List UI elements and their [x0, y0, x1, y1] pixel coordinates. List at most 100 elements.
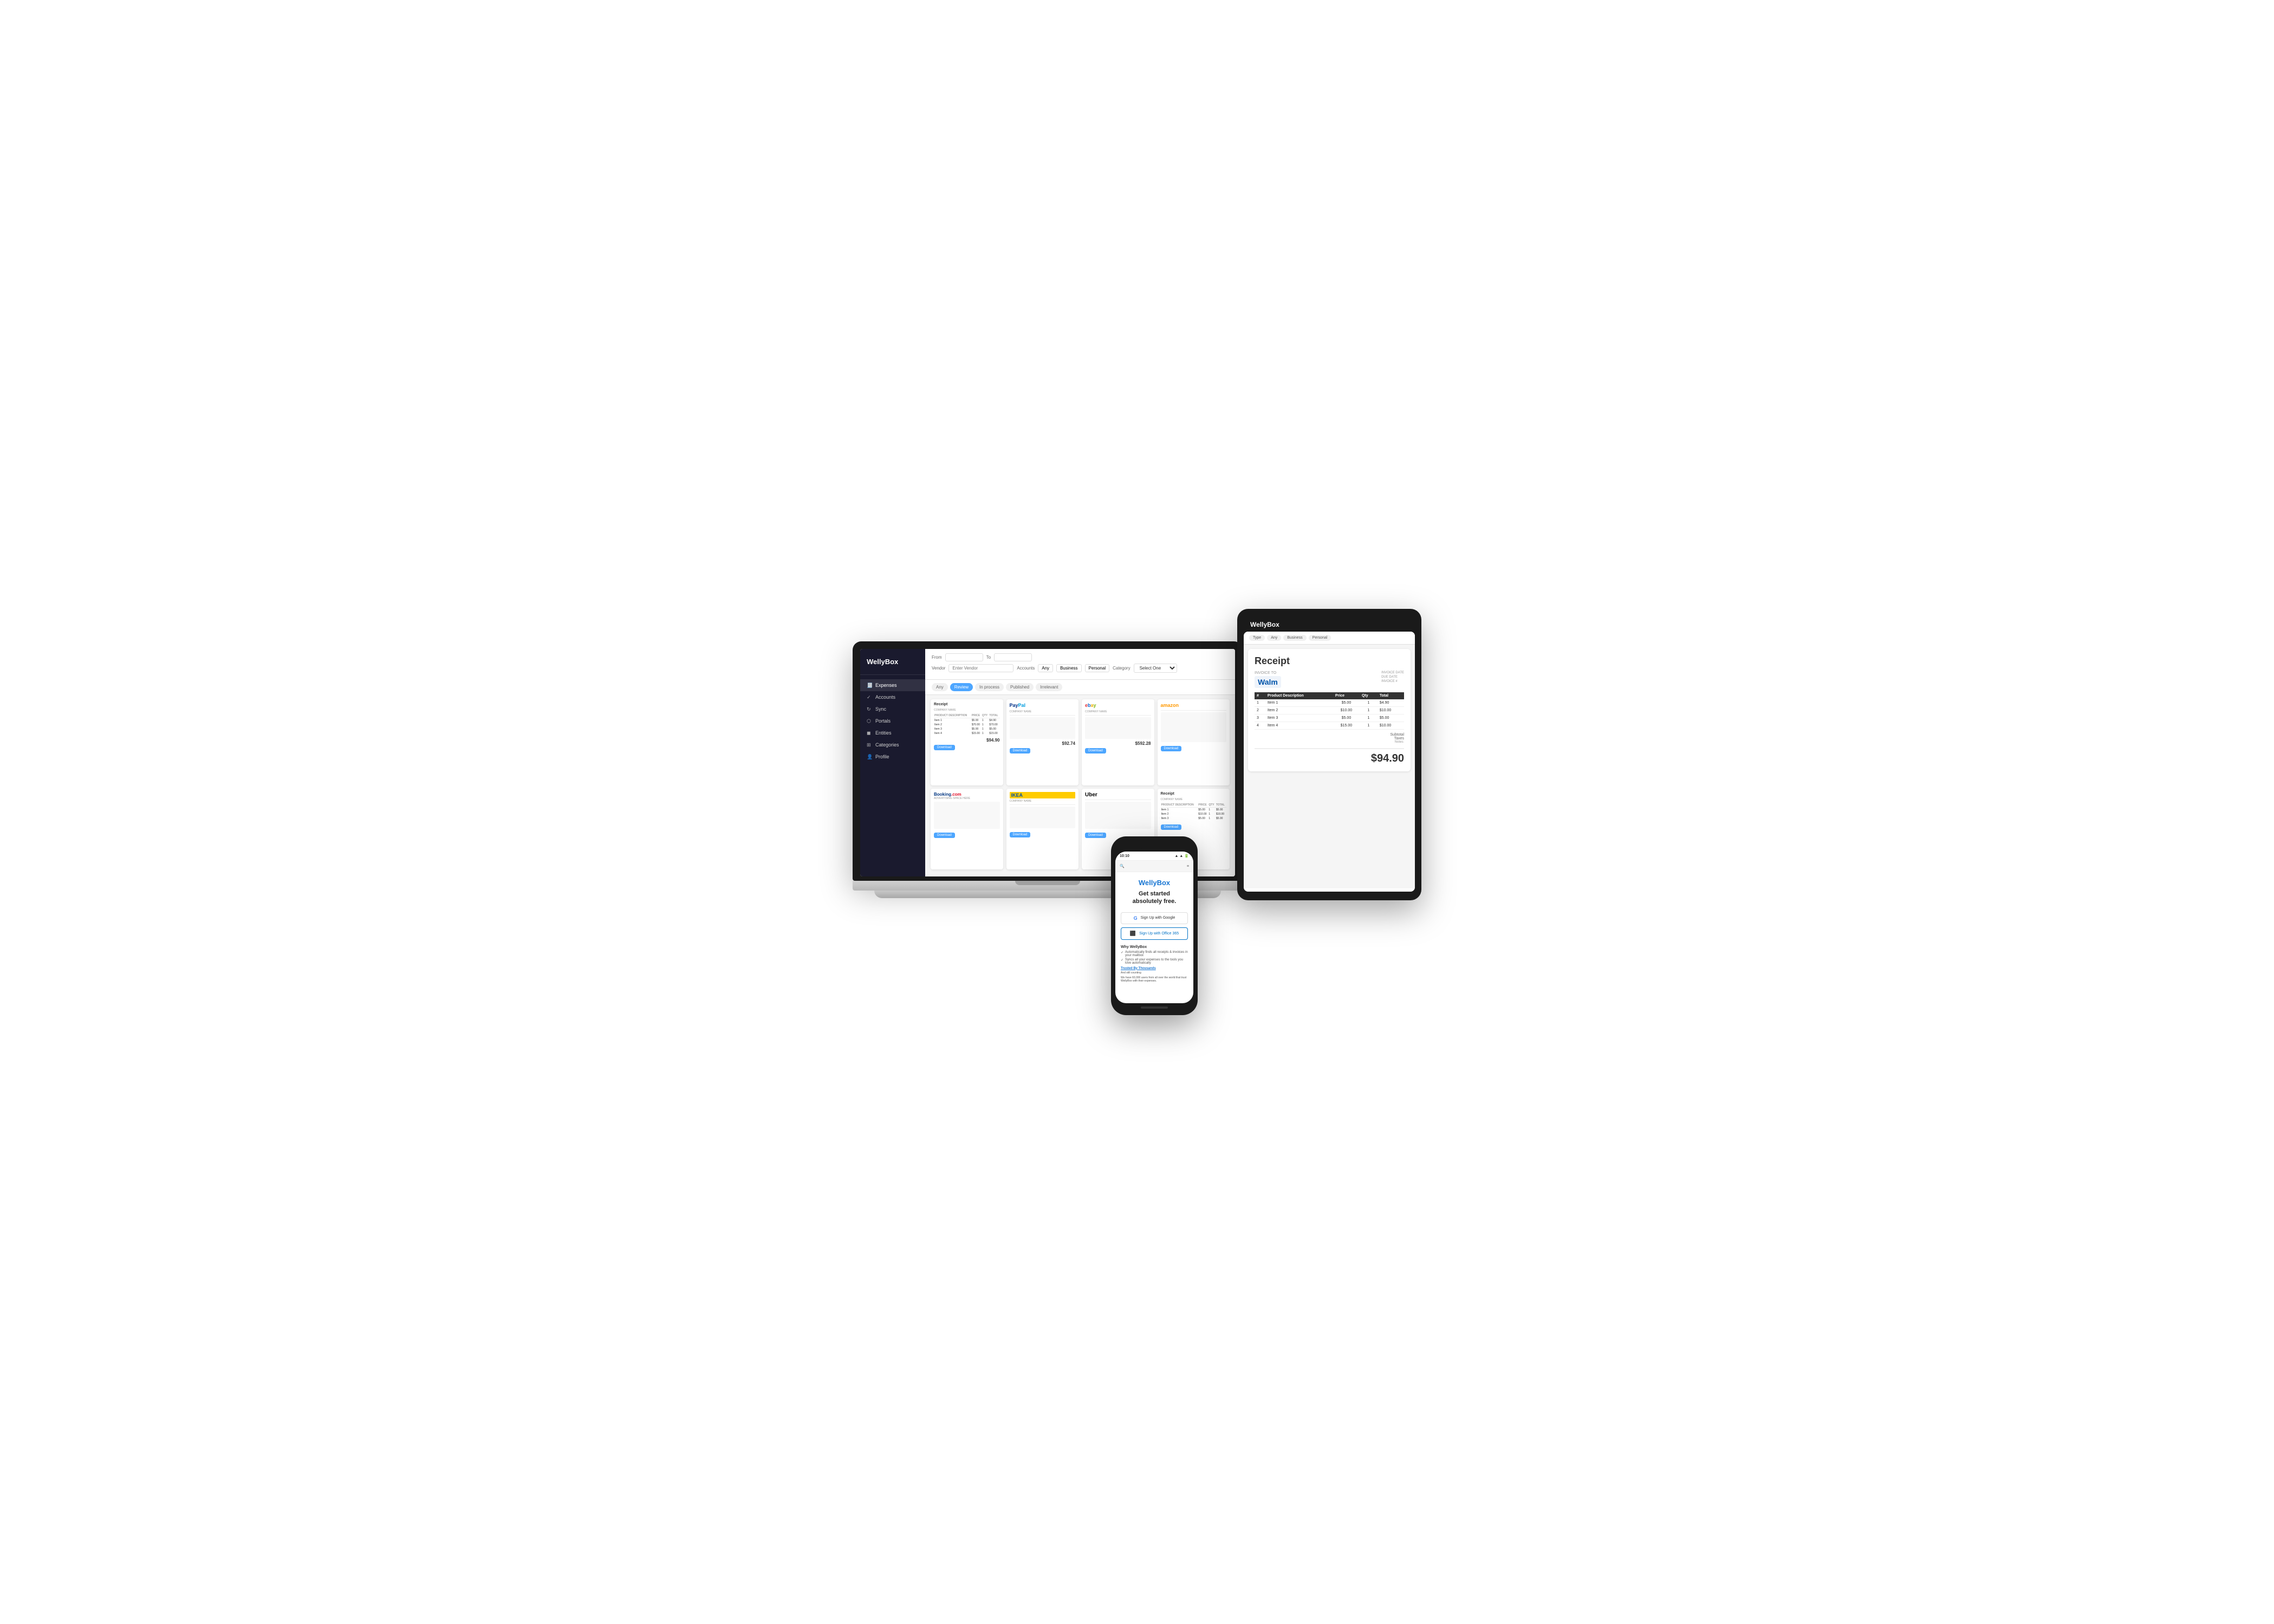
item-name: Item 2 — [1161, 812, 1198, 816]
phone-screen: 10:10 ▲ ▲ 🔋 🔍 ≡ WellyBox Get startedabso… — [1115, 852, 1193, 1003]
download-button-7[interactable]: Download — [1085, 833, 1106, 838]
card3-company: COMPANY NAME — [1085, 710, 1151, 713]
sidebar-item-expenses[interactable]: 🧾 Expenses — [860, 679, 925, 691]
category-select[interactable]: Select One — [1134, 664, 1177, 673]
category-label: Category — [1113, 666, 1130, 671]
due-date-label: DUE DATE — [1381, 675, 1404, 679]
search-icon: 🔍 — [1120, 864, 1125, 868]
tab-any[interactable]: Any — [932, 683, 948, 691]
row-desc: Item 1 — [1265, 699, 1333, 707]
subtotal-row: Subtotal — [1255, 733, 1404, 737]
phone-notch — [1138, 842, 1171, 849]
row-price: $5.00 — [1333, 699, 1360, 707]
item-qty: 1 — [1208, 816, 1216, 821]
col-price: PRICE — [1198, 803, 1208, 808]
col-qty: QTY — [982, 713, 989, 718]
type-any[interactable]: Any — [1038, 664, 1053, 672]
scene: WellyBox 🧾 Expenses ✓ Accounts ↻ Sync — [853, 609, 1421, 1015]
col-total: Total — [1378, 692, 1404, 699]
type-personal[interactable]: Personal — [1085, 664, 1110, 672]
sidebar-item-entities[interactable]: ◼ Entities — [860, 727, 925, 739]
sidebar-item-sync[interactable]: ↻ Sync — [860, 703, 925, 715]
table-row: Item 4 $15.00 1 $15.00 — [934, 731, 1000, 736]
menu-icon: ≡ — [1187, 865, 1189, 868]
col-price: PRICE — [971, 713, 982, 718]
item-total: $15.00 — [989, 731, 999, 736]
row-qty: 1 — [1360, 699, 1378, 707]
item-qty: 1 — [982, 723, 989, 727]
tab-irrelevant[interactable]: Irrelevant — [1036, 683, 1062, 691]
sidebar-item-accounts[interactable]: ✓ Accounts — [860, 691, 925, 703]
download-button-3[interactable]: Download — [1085, 748, 1106, 753]
receipt-from-block: INVOICE TO Walm — [1255, 671, 1281, 688]
sync-icon: ↻ — [867, 706, 872, 712]
sidebar-item-profile[interactable]: 👤 Profile — [860, 751, 925, 763]
receipt-grand-total: $94.90 — [1255, 748, 1404, 765]
portals-icon: ⬡ — [867, 718, 872, 724]
app-sidebar: WellyBox 🧾 Expenses ✓ Accounts ↻ Sync — [860, 649, 925, 876]
card6-logo: IKEA — [1010, 792, 1076, 798]
filter-chip-personal[interactable]: Personal — [1309, 635, 1331, 641]
download-button-8[interactable]: Download — [1161, 824, 1182, 830]
item-name: Item 2 — [934, 723, 971, 727]
card3-logo: ebay — [1085, 703, 1151, 708]
phone-headline: Get startedabsolutely free. — [1121, 890, 1188, 906]
categories-icon: ⊞ — [867, 742, 872, 748]
phone-brand: WellyBox — [1121, 879, 1188, 887]
col-total: TOTAL — [989, 713, 999, 718]
download-button-2[interactable]: Download — [1010, 748, 1031, 753]
table-row: Item 2 $70.00 1 $70.00 — [934, 723, 1000, 727]
receipt-detail-title: Receipt — [1255, 655, 1404, 667]
phone-home-indicator — [1141, 1006, 1168, 1009]
why-label: Why WellyBox — [1121, 945, 1188, 949]
item-price: $5.00 — [971, 727, 982, 731]
invoice-to-label: INVOICE TO — [1255, 671, 1281, 675]
card5-logo: Booking.com — [934, 792, 1000, 797]
col-num: # — [1255, 692, 1265, 699]
signup-office-button[interactable]: ⬛ Sign Up with Office 365 — [1121, 927, 1188, 940]
receipt-card-1: Receipt COMPANY NAME PRODUCT DESCRIPTION… — [931, 699, 1003, 785]
row-num: 1 — [1255, 699, 1265, 707]
col-desc: PRODUCT DESCRIPTION — [1161, 803, 1198, 808]
tab-review[interactable]: Review — [950, 683, 973, 691]
item-qty: 1 — [982, 731, 989, 736]
accounts-label: Accounts — [1017, 666, 1035, 671]
item-total: $5.00 — [1216, 807, 1226, 812]
item-total: $5.00 — [1216, 816, 1226, 821]
download-button-4[interactable]: Download — [1161, 746, 1182, 751]
filter-chip-any[interactable]: Any — [1267, 635, 1281, 641]
phone-status-icons: ▲ ▲ 🔋 — [1175, 854, 1189, 858]
sidebar-item-portals[interactable]: ⬡ Portals — [860, 715, 925, 727]
item-name: Item 1 — [1161, 807, 1198, 812]
tab-published[interactable]: Published — [1006, 683, 1034, 691]
trust-link[interactable]: Trusted By Thousands — [1121, 967, 1188, 970]
from-date-input[interactable] — [945, 653, 983, 661]
filter-chip-type[interactable]: Type — [1249, 635, 1265, 641]
tablet-body: WellyBox Type Any Business Personal Rece… — [1237, 609, 1421, 900]
download-button-6[interactable]: Download — [1010, 832, 1031, 837]
download-button-1[interactable]: Download — [934, 745, 955, 750]
type-business[interactable]: Business — [1056, 664, 1081, 672]
sidebar-label-expenses: Expenses — [875, 683, 897, 688]
sidebar-label-accounts: Accounts — [875, 694, 895, 700]
sidebar-item-categories[interactable]: ⊞ Categories — [860, 739, 925, 751]
tab-in-process[interactable]: In process — [975, 683, 1004, 691]
tablet-screen: Type Any Business Personal Receipt INVOI… — [1244, 632, 1415, 892]
sidebar-label-profile: Profile — [875, 754, 889, 759]
download-button-5[interactable]: Download — [934, 833, 955, 838]
receipt-items-table: # Product Description Price Qty Total 1 — [1255, 692, 1404, 730]
filter-chip-business[interactable]: Business — [1283, 635, 1306, 641]
vendor-input[interactable] — [948, 664, 1013, 672]
phone-body: 10:10 ▲ ▲ 🔋 🔍 ≡ WellyBox Get startedabso… — [1111, 836, 1198, 1015]
card4-logo: amazon — [1161, 703, 1227, 708]
receipt-meta: INVOICE TO Walm INVOICE DATE DUE DATE IN… — [1255, 671, 1404, 688]
row-qty: 1 — [1360, 714, 1378, 722]
row-num: 3 — [1255, 714, 1265, 722]
signup-google-button[interactable]: G Sign Up with Google — [1121, 912, 1188, 924]
card5-content-placeholder — [934, 802, 1000, 829]
card6-content-placeholder — [1010, 807, 1076, 828]
sidebar-label-categories: Categories — [875, 742, 899, 748]
table-row: Item 1 $5.00 1 $4.90 — [934, 718, 1000, 723]
trust-sub: And still counting — [1121, 971, 1188, 975]
to-date-input[interactable] — [994, 653, 1032, 661]
